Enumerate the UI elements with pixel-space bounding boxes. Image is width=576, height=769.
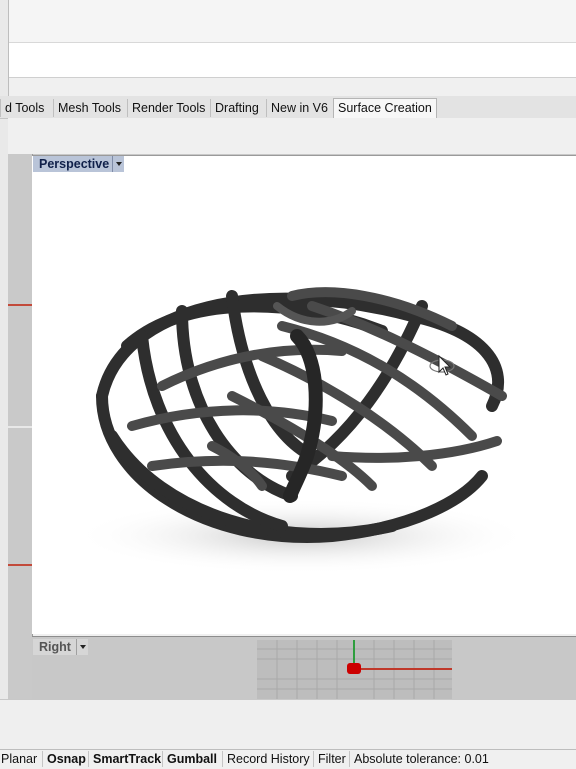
left-toolbar-panel bbox=[8, 154, 33, 699]
command-line[interactable] bbox=[8, 42, 576, 78]
viewport-menu-arrow-icon[interactable] bbox=[112, 156, 124, 172]
status-smarttrack[interactable]: SmartTrack bbox=[88, 751, 165, 767]
bottom-panel bbox=[0, 699, 576, 750]
toolbar-area bbox=[8, 118, 576, 155]
viewport-menu-arrow-icon[interactable] bbox=[76, 639, 88, 655]
panel-divider bbox=[8, 426, 32, 428]
perspective-viewport-title[interactable]: Perspective bbox=[33, 156, 117, 172]
perspective-scene bbox=[72, 287, 532, 574]
tab-tools[interactable]: d Tools bbox=[0, 99, 48, 117]
tab-drafting[interactable]: Drafting bbox=[210, 99, 263, 117]
status-filter[interactable]: Filter bbox=[313, 751, 350, 767]
status-absolute-tolerance: Absolute tolerance: 0.01 bbox=[349, 751, 493, 767]
panel-red-marker bbox=[8, 564, 32, 566]
panel-red-marker bbox=[8, 304, 32, 306]
status-osnap[interactable]: Osnap bbox=[42, 751, 90, 767]
tab-mesh-tools[interactable]: Mesh Tools bbox=[53, 99, 125, 117]
status-record-history[interactable]: Record History bbox=[222, 751, 314, 767]
perspective-viewport[interactable] bbox=[32, 155, 576, 634]
tab-surface-creation[interactable]: Surface Creation bbox=[333, 98, 437, 119]
status-gumball[interactable]: Gumball bbox=[162, 751, 221, 767]
selected-object-marker bbox=[347, 663, 361, 674]
tab-new-in-v6[interactable]: New in V6 bbox=[266, 99, 332, 117]
right-viewport[interactable] bbox=[32, 636, 576, 700]
right-viewport-grid bbox=[257, 640, 452, 700]
status-planar[interactable]: Planar bbox=[0, 751, 41, 767]
window-top-area bbox=[0, 0, 576, 42]
tab-render-tools[interactable]: Render Tools bbox=[127, 99, 209, 117]
